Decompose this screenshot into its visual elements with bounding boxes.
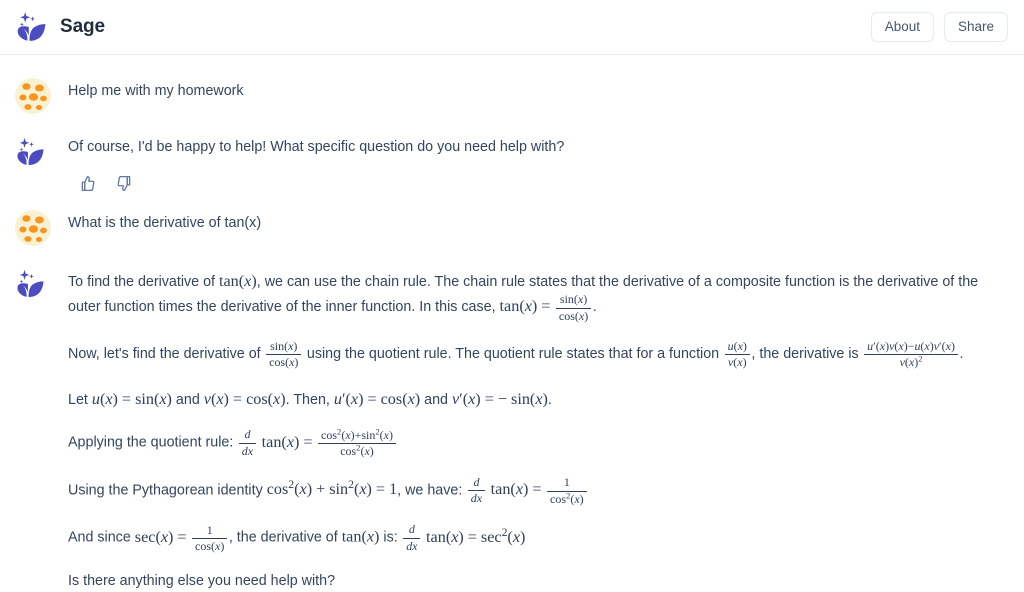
chat-message-user: What is the derivative of tan(x): [0, 207, 1024, 247]
label-period: .: [285, 391, 290, 408]
sparkle-leaf-logo: [14, 10, 48, 44]
share-button[interactable]: Share: [943, 12, 1008, 42]
chat-message-user: Help me with my homework: [0, 75, 1024, 115]
answer-paragraph-4: Applying the quotient rule: d dx tan(x) = c…: [68, 427, 1006, 459]
math-u-prime: u′(x) = cos(x): [333, 389, 421, 408]
text-fragment: And since: [68, 529, 135, 546]
label-let: Let: [68, 391, 88, 408]
label-and: and: [175, 391, 200, 408]
about-button[interactable]: About: [870, 12, 934, 42]
message-text: What is the derivative of tan(x): [68, 214, 262, 231]
app-header: Sage About Share: [0, 0, 1024, 55]
text-fragment: Using the Pythagorean identity: [68, 482, 267, 499]
user-avatar-spotted-circle: [14, 209, 52, 247]
label-period: .: [547, 391, 552, 408]
math-applying-quotient-rule: d dx tan(x) = cos2(x)+sin2(x) cos2(x): [237, 427, 397, 458]
math-tan-x: tan(x): [219, 271, 257, 290]
text-fragment: To find the derivative of: [68, 273, 219, 290]
text-fragment: is:: [379, 529, 402, 546]
text-fragment: using the quotient rule. The quotient ru…: [302, 346, 724, 362]
text-fragment: Applying the quotient rule:: [68, 434, 238, 451]
math-v-prime: v′(x) = − sin(x): [451, 389, 548, 408]
answer-paragraph-2: Now, let's find the derivative of sin(x)…: [68, 339, 1006, 370]
message-text: Help me with my homework: [68, 83, 244, 99]
avatar-column: [14, 131, 68, 168]
chat-message-assistant: Of course, I'd be happy to help! What sp…: [0, 131, 1024, 193]
answer-paragraph-6: And since sec(x) = 1 cos(x), the derivative…: [68, 523, 1006, 554]
chat-message-assistant: To find the derivative of tan(x), we can…: [0, 263, 1024, 592]
math-let-v: v(x) = cos(x): [203, 389, 286, 408]
message-body: Help me with my homework: [68, 75, 1006, 102]
math-final-result: d dx tan(x) = sec2(x): [402, 523, 525, 552]
math-let-u: u(x) = sin(x): [91, 389, 172, 408]
answer-paragraph-7: Is there anything else you need help wit…: [68, 572, 336, 589]
answer-paragraph-3: Let u(x) = sin(x) and v(x) = cos(x). Then, u…: [68, 387, 1006, 411]
text-fragment: , the derivative is: [751, 346, 863, 362]
thumbs-down-button[interactable]: [116, 174, 135, 193]
sparkle-leaf-logo: [14, 268, 46, 300]
message-body: What is the derivative of tan(x): [68, 207, 1006, 234]
header-actions: About Share: [870, 12, 1008, 42]
thumbs-down-icon: [116, 175, 135, 196]
app-title: Sage: [60, 16, 106, 37]
answer-paragraph-1: To find the derivative of tan(x), we can…: [68, 269, 1006, 323]
math-sec-definition: sec(x) = 1 cos(x): [135, 523, 229, 553]
avatar-column: [14, 263, 68, 300]
sparkle-leaf-logo: [14, 136, 46, 168]
text-fragment: .: [959, 346, 964, 362]
math-u-over-v: u(x) v(x): [723, 339, 751, 369]
text-fragment: .: [592, 299, 597, 316]
thumbs-up-button[interactable]: [77, 174, 96, 193]
message-body: To find the derivative of tan(x), we can…: [68, 263, 1006, 592]
user-avatar-spotted-circle: [14, 77, 52, 115]
text-fragment: Now, let's find the derivative of: [68, 346, 265, 362]
message-body: Of course, I'd be happy to help! What sp…: [68, 131, 1006, 193]
avatar-column: [14, 75, 68, 115]
feedback-controls: [68, 174, 1006, 193]
answer-paragraph-5: Using the Pythagorean identity cos2(x) + s…: [68, 475, 1006, 507]
label-then: Then,: [293, 391, 330, 408]
label-and: and: [424, 391, 448, 408]
brand: Sage: [14, 10, 105, 44]
math-result-one-over-cos-squared: d dx tan(x) = 1 cos2(x): [466, 475, 588, 506]
avatar-column: [14, 207, 68, 247]
math-quotient-rule: u′(x)v(x)−u(x)v′(x) v(x)2: [863, 339, 960, 369]
math-sin-over-cos: sin(x) cos(x): [265, 339, 303, 369]
math-pythagorean-identity: cos2(x) + sin2(x) = 1: [266, 478, 398, 499]
text-fragment: , the derivative of: [228, 529, 342, 546]
math-tan-identity: tan(x) = sin(x) cos(x): [500, 292, 593, 322]
text-fragment: , we have:: [397, 482, 467, 499]
thumbs-up-icon: [77, 175, 96, 196]
chat-thread: Help me with my homework Of course, I'd …: [0, 55, 1024, 592]
math-tan-x: tan(x): [341, 527, 380, 546]
message-text: Of course, I'd be happy to help! What sp…: [68, 139, 565, 155]
